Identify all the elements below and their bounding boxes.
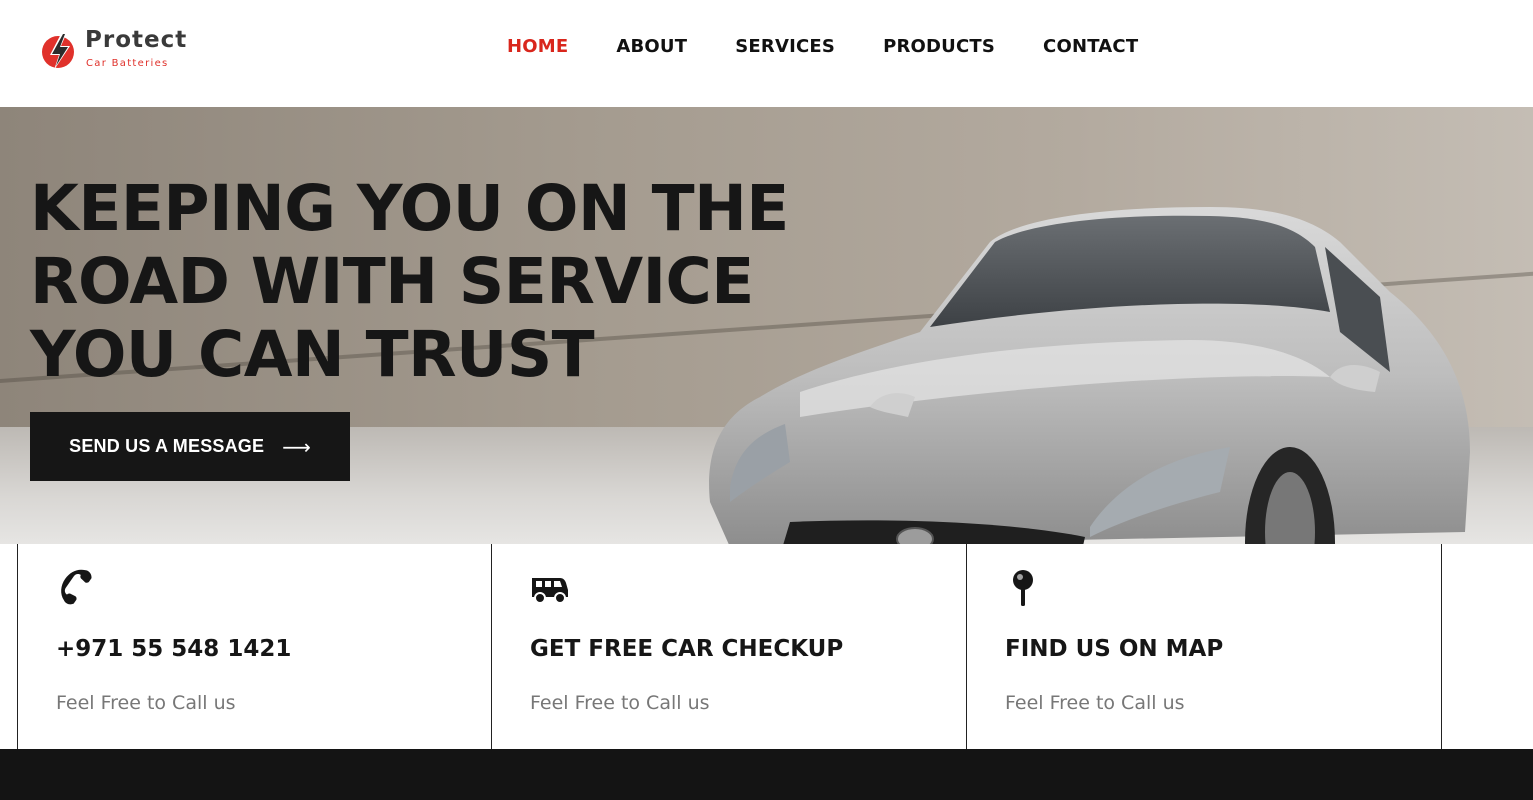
send-message-button-label: SEND US A MESSAGE bbox=[69, 436, 265, 456]
nav-products[interactable]: PRODUCTS bbox=[883, 36, 995, 57]
card-phone[interactable]: +971 55 548 1421 Feel Free to Call us bbox=[17, 544, 492, 749]
hero-title-line-1: KEEPING YOU ON THE bbox=[30, 172, 789, 245]
hero-title-line-2: ROAD WITH SERVICE bbox=[30, 245, 754, 318]
main-nav: HOME ABOUT SERVICES PRODUCTS CONTACT bbox=[507, 33, 1186, 59]
nav-services[interactable]: SERVICES bbox=[735, 36, 835, 57]
hero-title-line-3: YOU CAN TRUST bbox=[30, 318, 595, 391]
footer-band bbox=[0, 749, 1533, 800]
nav-contact[interactable]: CONTACT bbox=[1043, 36, 1138, 57]
card-phone-title: +971 55 548 1421 bbox=[56, 636, 292, 662]
card-checkup-subtitle: Feel Free to Call us bbox=[530, 692, 710, 714]
card-map-subtitle: Feel Free to Call us bbox=[1005, 692, 1185, 714]
card-phone-subtitle: Feel Free to Call us bbox=[56, 692, 236, 714]
lightning-bolt-icon bbox=[42, 32, 74, 70]
card-map[interactable]: FIND US ON MAP Feel Free to Call us bbox=[966, 544, 1442, 749]
arrow-right-icon: ⟶ bbox=[282, 434, 311, 459]
send-message-button[interactable]: SEND US A MESSAGE ⟶ bbox=[30, 412, 350, 481]
hero-title: KEEPING YOU ON THE ROAD WITH SERVICE YOU… bbox=[30, 172, 830, 391]
nav-home[interactable]: HOME bbox=[507, 36, 568, 57]
info-cards: +971 55 548 1421 Feel Free to Call us GE… bbox=[0, 544, 1533, 749]
phone-icon bbox=[61, 569, 92, 605]
van-icon bbox=[532, 578, 568, 604]
brand-tagline: Car Batteries bbox=[86, 58, 169, 69]
nav-about[interactable]: ABOUT bbox=[616, 36, 687, 57]
card-checkup-title: GET FREE CAR CHECKUP bbox=[530, 636, 844, 662]
brand-name: Protect bbox=[85, 27, 188, 53]
card-map-title: FIND US ON MAP bbox=[1005, 636, 1224, 662]
brand-logo[interactable]: Protect Car Batteries bbox=[40, 26, 210, 76]
card-checkup[interactable]: GET FREE CAR CHECKUP Feel Free to Call u… bbox=[491, 544, 967, 749]
site-header: Protect Car Batteries HOME ABOUT SERVICE… bbox=[0, 0, 1533, 107]
hero-banner: KEEPING YOU ON THE ROAD WITH SERVICE YOU… bbox=[0, 107, 1533, 544]
map-pin-icon bbox=[1013, 570, 1033, 606]
